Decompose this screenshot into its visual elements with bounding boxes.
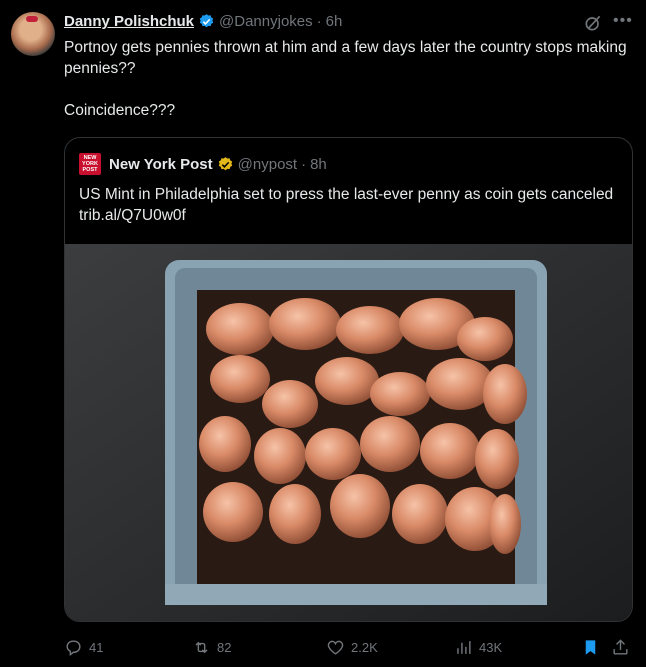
tweet-header: Danny Polishchuk @Dannyjokes · 6h bbox=[64, 13, 342, 30]
verified-icon bbox=[199, 14, 214, 28]
reply-button[interactable]: 41 bbox=[64, 638, 103, 657]
author-avatar[interactable] bbox=[11, 12, 55, 56]
tweet-text-line2: Coincidence??? bbox=[64, 102, 176, 119]
like-icon bbox=[327, 640, 344, 655]
quoted-tweet[interactable]: NEW YORK POST New York Post @nypost · 8h… bbox=[64, 137, 633, 622]
views-icon bbox=[457, 641, 471, 654]
tweet-text-line1: Portnoy gets pennies thrown at him and a… bbox=[64, 39, 627, 77]
views-button[interactable]: 43K bbox=[454, 638, 502, 657]
views-count: 43K bbox=[479, 640, 503, 655]
author-name[interactable]: Danny Polishchuk bbox=[64, 13, 194, 30]
reply-icon bbox=[66, 640, 81, 657]
pennies-photo[interactable] bbox=[65, 244, 632, 621]
tweet-actions: 41 82 2.2K 43K bbox=[0, 634, 646, 662]
quoted-tweet-header: NEW YORK POST New York Post @nypost · 8h bbox=[79, 153, 327, 175]
more-icon[interactable]: ••• bbox=[613, 12, 633, 30]
quoted-tweet-time[interactable]: 8h bbox=[310, 156, 327, 173]
repost-icon bbox=[195, 641, 208, 654]
author-handle[interactable]: @Dannyjokes bbox=[219, 13, 313, 30]
bookmark-icon[interactable] bbox=[581, 638, 600, 657]
quoted-author-handle[interactable]: @nypost bbox=[238, 156, 297, 173]
nypost-logo[interactable]: NEW YORK POST bbox=[79, 153, 101, 175]
separator-dot: · bbox=[301, 155, 307, 173]
gold-verified-icon bbox=[218, 156, 232, 170]
tweet-text: Portnoy gets pennies thrown at him and a… bbox=[64, 37, 634, 121]
grok-icon[interactable] bbox=[583, 13, 603, 33]
like-button[interactable]: 2.2K bbox=[326, 638, 378, 657]
tweet-time[interactable]: 6h bbox=[326, 13, 343, 30]
reply-count: 41 bbox=[89, 640, 104, 655]
quoted-tweet-text: US Mint in Philadelphia set to press the… bbox=[79, 186, 614, 224]
repost-button[interactable]: 82 bbox=[192, 638, 231, 657]
separator-dot: · bbox=[316, 13, 322, 30]
quoted-author-name[interactable]: New York Post bbox=[109, 156, 213, 173]
repost-count: 82 bbox=[217, 640, 232, 655]
like-count: 2.2K bbox=[351, 640, 378, 655]
share-icon[interactable] bbox=[611, 638, 630, 657]
